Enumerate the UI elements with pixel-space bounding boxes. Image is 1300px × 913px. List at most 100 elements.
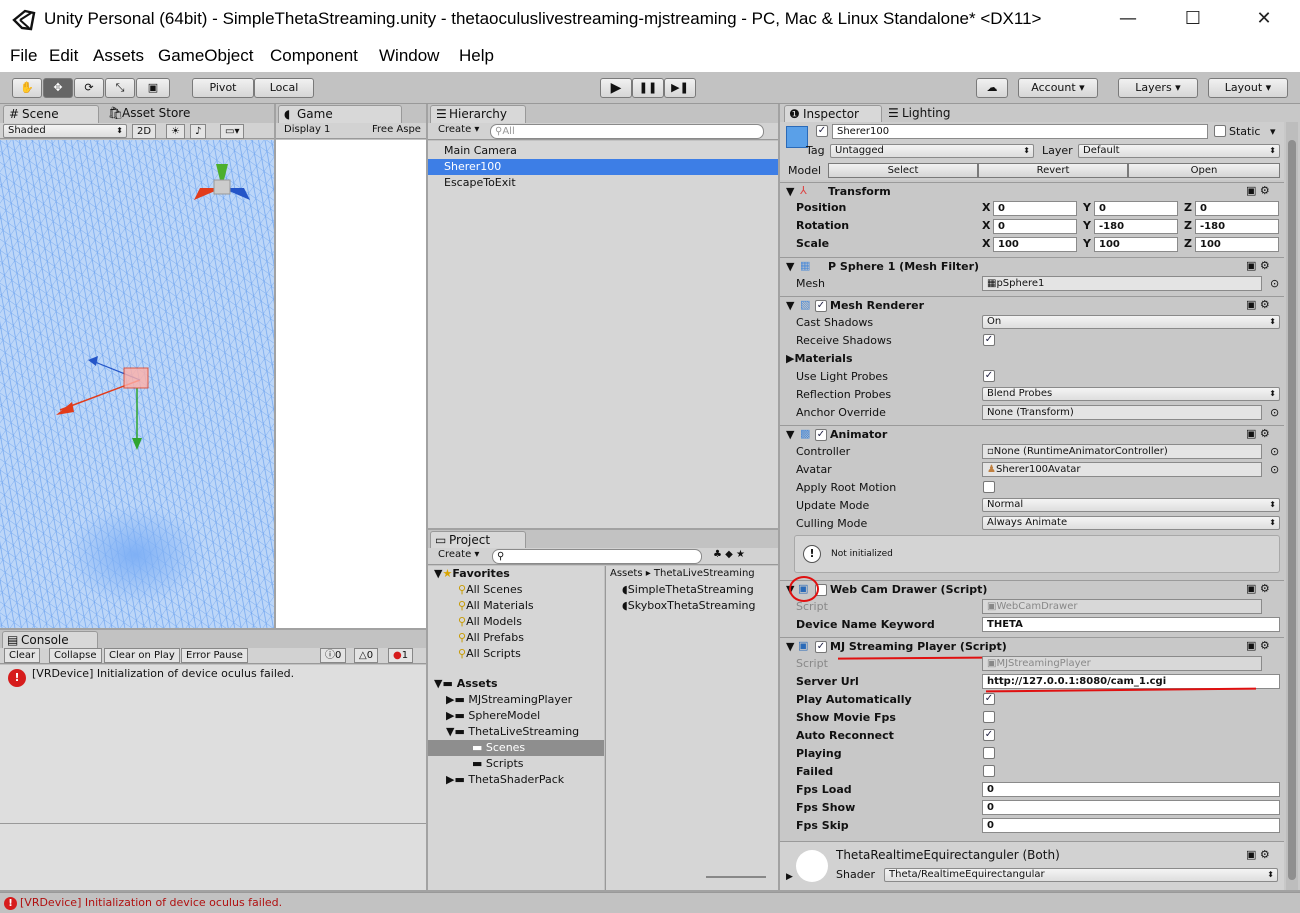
rotation-y-field[interactable]: -180 — [1094, 219, 1178, 234]
project-breadcrumb[interactable]: Assets ▸ ThetaLiveStreaming — [610, 566, 755, 582]
component-menu-icons[interactable]: ▣ ⚙ — [1246, 259, 1270, 272]
position-x-field[interactable]: 0 — [993, 201, 1077, 216]
component-menu-icons[interactable]: ▣ ⚙ — [1246, 639, 1270, 652]
mjstream-enabled-checkbox[interactable]: ✓ — [815, 641, 827, 653]
folder-mjstreamingplayer[interactable]: ▶▬ MJStreamingPlayer — [446, 692, 572, 708]
project-search-input[interactable]: ⚲ — [492, 549, 702, 564]
tag-dropdown[interactable]: Untagged — [830, 144, 1034, 158]
lighting-toggle-icon[interactable]: ☀ — [166, 124, 185, 139]
hierarchy-item-sherer100[interactable]: Sherer100 — [428, 159, 778, 175]
active-checkbox[interactable]: ✓ — [816, 125, 828, 137]
webcam-header[interactable]: ▼ ▣ Web Cam Drawer (Script) ▣ ⚙ — [780, 580, 1284, 598]
menu-component[interactable]: Component — [270, 46, 358, 66]
console-collapse-button[interactable]: Collapse — [49, 648, 102, 663]
layers-dropdown[interactable]: Layers ▾ — [1118, 78, 1198, 98]
menu-gameobject[interactable]: GameObject — [158, 46, 253, 66]
animator-header[interactable]: ▼ ▩ ✓ Animator ▣ ⚙ — [780, 425, 1284, 443]
controller-field[interactable]: ▫None (RuntimeAnimatorController) — [982, 444, 1262, 459]
shader-dropdown[interactable]: Theta/RealtimeEquirectangular — [884, 868, 1278, 882]
foldout-arrow-icon[interactable]: ▼ — [786, 299, 794, 312]
reflection-probes-dropdown[interactable]: Blend Probes — [982, 387, 1280, 401]
local-toggle[interactable]: Local — [254, 78, 314, 98]
game-view[interactable] — [276, 140, 426, 628]
fav-all-materials[interactable]: ⚲All Materials — [458, 598, 534, 614]
tab-scene[interactable]: # Scene — [3, 105, 99, 123]
project-create-button[interactable]: Create ▾ — [438, 549, 479, 560]
avatar-field[interactable]: ♟Sherer100Avatar — [982, 462, 1262, 477]
mesh-field[interactable]: ▦pSphere1 — [982, 276, 1262, 291]
show-fps-checkbox[interactable] — [983, 711, 995, 723]
object-picker-icon[interactable]: ⊙ — [1270, 277, 1279, 290]
scale-z-field[interactable]: 100 — [1195, 237, 1279, 252]
position-z-field[interactable]: 0 — [1195, 201, 1279, 216]
foldout-arrow-icon[interactable]: ▼ — [786, 428, 794, 441]
fav-all-scripts[interactable]: ⚲All Scripts — [458, 646, 521, 662]
object-picker-icon[interactable]: ⊙ — [1270, 445, 1279, 458]
tab-game[interactable]: ◖ Game — [278, 105, 402, 123]
status-message[interactable]: [VRDevice] Initialization of device ocul… — [20, 896, 282, 909]
account-dropdown[interactable]: Account ▾ — [1018, 78, 1098, 98]
scrollbar-thumb[interactable] — [1288, 140, 1296, 880]
culling-mode-dropdown[interactable]: Always Animate — [982, 516, 1280, 530]
audio-toggle-icon[interactable]: ♪ — [190, 124, 207, 139]
info-filter-toggle[interactable]: ⓘ0 — [320, 648, 347, 663]
animator-enabled-checkbox[interactable]: ✓ — [815, 429, 827, 441]
menu-assets[interactable]: Assets — [93, 46, 144, 66]
playing-checkbox[interactable] — [983, 747, 995, 759]
component-menu-icons[interactable]: ▣ ⚙ — [1246, 298, 1270, 311]
model-revert-button[interactable]: Revert — [978, 163, 1128, 178]
effects-dropdown-icon[interactable]: ▭▾ — [220, 124, 245, 139]
scale-y-field[interactable]: 100 — [1094, 237, 1178, 252]
foldout-arrow-icon[interactable]: ▼ — [786, 185, 794, 198]
minimize-button[interactable]: — — [1100, 0, 1156, 40]
cast-shadows-dropdown[interactable]: On — [982, 315, 1280, 329]
hand-tool-icon[interactable]: ✋ — [12, 78, 42, 98]
shading-mode-dropdown[interactable]: Shaded — [3, 124, 127, 138]
foldout-arrow-icon[interactable]: ▶ — [786, 872, 793, 882]
fav-all-models[interactable]: ⚲All Models — [458, 614, 522, 630]
fps-skip-field[interactable]: 0 — [982, 818, 1280, 833]
tab-inspector[interactable]: ❶ Inspector — [784, 105, 882, 123]
meshrenderer-enabled-checkbox[interactable]: ✓ — [815, 300, 827, 312]
auto-reconnect-checkbox[interactable]: ✓ — [983, 729, 995, 741]
object-picker-icon[interactable]: ⊙ — [1270, 406, 1279, 419]
transform-header[interactable]: ▼ ⅄ Transform ▣ ⚙ — [780, 182, 1284, 200]
menu-file[interactable]: File — [10, 46, 37, 66]
rotation-z-field[interactable]: -180 — [1195, 219, 1279, 234]
object-picker-icon[interactable]: ⊙ — [1270, 463, 1279, 476]
play-automatically-checkbox[interactable]: ✓ — [983, 693, 995, 705]
component-menu-icons[interactable]: ▣ ⚙ — [1246, 848, 1270, 861]
step-button[interactable]: ▶❚ — [664, 78, 696, 98]
meshfilter-header[interactable]: ▼ ▦ P Sphere 1 (Mesh Filter) ▣ ⚙ — [780, 257, 1284, 275]
cloud-icon[interactable]: ☁ — [976, 78, 1008, 98]
tab-hierarchy[interactable]: ☰ Hierarchy — [430, 105, 526, 123]
position-y-field[interactable]: 0 — [1094, 201, 1178, 216]
anchor-override-field[interactable]: None (Transform) — [982, 405, 1262, 420]
pause-button[interactable]: ❚❚ — [632, 78, 664, 98]
move-tool-icon[interactable]: ✥ — [43, 78, 73, 98]
failed-checkbox[interactable] — [983, 765, 995, 777]
console-clear-on-play-button[interactable]: Clear on Play — [104, 648, 180, 663]
assets-folder[interactable]: ▼▬ Assets — [434, 676, 498, 692]
2d-toggle[interactable]: 2D — [132, 124, 157, 139]
folder-scenes[interactable]: ▬ Scenes — [428, 740, 604, 756]
tab-project[interactable]: ▭ Project — [430, 531, 526, 549]
tab-asset-store[interactable]: 🛍 Asset Store — [104, 105, 214, 123]
menu-window[interactable]: Window — [379, 46, 439, 66]
tab-console[interactable]: ▤ Console — [2, 631, 98, 649]
hierarchy-item-escape[interactable]: EscapeToExit — [428, 175, 778, 191]
scale-x-field[interactable]: 100 — [993, 237, 1077, 252]
rotate-tool-icon[interactable]: ⟳ — [74, 78, 104, 98]
rect-tool-icon[interactable]: ▣ — [136, 78, 170, 98]
update-mode-dropdown[interactable]: Normal — [982, 498, 1280, 512]
foldout-arrow-icon[interactable]: ▼ — [786, 260, 794, 273]
favorites-header[interactable]: ▼★Favorites — [434, 566, 510, 582]
component-menu-icons[interactable]: ▣ ⚙ — [1246, 427, 1270, 440]
meshrenderer-header[interactable]: ▼ ▧ ✓ Mesh Renderer ▣ ⚙ — [780, 296, 1284, 314]
device-name-field[interactable]: THETA — [982, 617, 1280, 632]
mjstream-header[interactable]: ▼ ▣ ✓ MJ Streaming Player (Script) ▣ ⚙ — [780, 637, 1284, 655]
static-checkbox[interactable] — [1214, 125, 1226, 137]
component-menu-icons[interactable]: ▣ ⚙ — [1246, 184, 1270, 197]
fps-show-field[interactable]: 0 — [982, 800, 1280, 815]
foldout-arrow-icon[interactable]: ▼ — [786, 640, 794, 653]
